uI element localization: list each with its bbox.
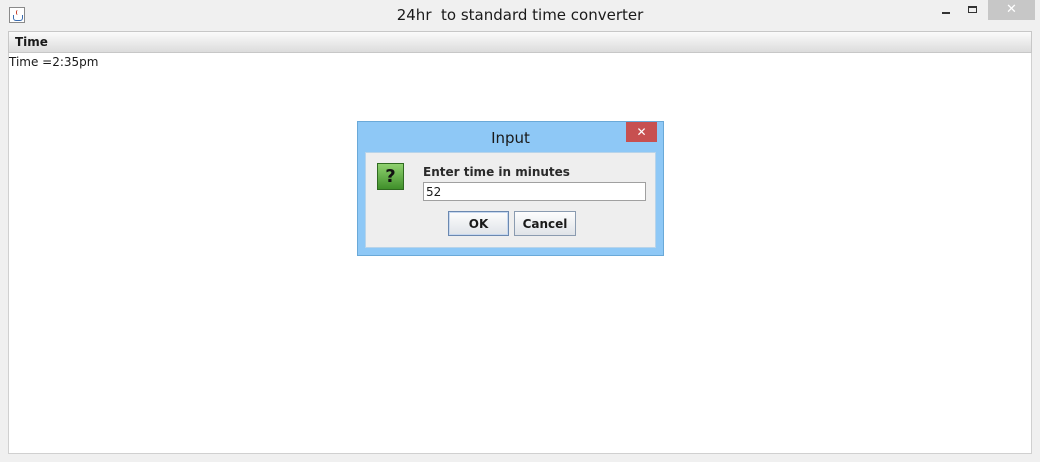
minutes-input[interactable] xyxy=(423,182,646,201)
input-dialog: Input ✕ ? Enter time in minutes OK Cance… xyxy=(357,121,664,256)
close-icon: ✕ xyxy=(1006,2,1017,17)
maximize-icon xyxy=(968,6,977,13)
time-result-label: Time =2:35pm xyxy=(9,55,99,69)
question-icon: ? xyxy=(377,163,404,190)
dialog-close-button[interactable]: ✕ xyxy=(626,122,657,142)
close-button[interactable]: ✕ xyxy=(988,0,1035,20)
prompt-label: Enter time in minutes xyxy=(423,165,570,179)
close-icon: ✕ xyxy=(636,125,647,139)
menu-bar: Time xyxy=(8,31,1032,53)
title-bar[interactable]: 24hr to standard time converter ✕ xyxy=(0,0,1040,31)
window-title: 24hr to standard time converter xyxy=(396,6,644,24)
minimize-icon xyxy=(942,12,950,14)
dialog-title: Input xyxy=(491,129,530,147)
menu-time[interactable]: Time xyxy=(15,35,48,49)
cancel-button[interactable]: Cancel xyxy=(514,211,576,236)
minimize-button[interactable] xyxy=(933,0,959,20)
ok-button[interactable]: OK xyxy=(448,211,509,236)
dialog-body: ? Enter time in minutes OK Cancel xyxy=(365,152,656,248)
main-window: 24hr to standard time converter ✕ Time T… xyxy=(0,0,1040,462)
maximize-button[interactable] xyxy=(960,0,986,20)
